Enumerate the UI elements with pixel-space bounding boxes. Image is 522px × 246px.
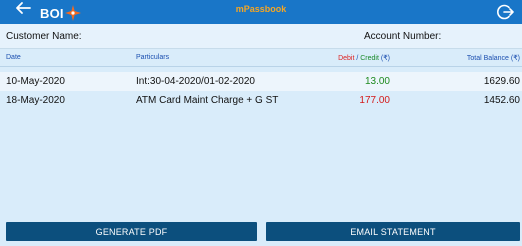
debit-header-label: Debit <box>338 55 355 62</box>
account-number-label: Account Number: <box>364 31 442 42</box>
transaction-amount: 13.00 <box>364 76 390 87</box>
page-title: mPassbook <box>235 4 287 14</box>
transaction-date: 18-May-2020 <box>6 95 65 106</box>
transaction-particulars: Int:30-04-2020/01-02-2020 <box>136 76 255 87</box>
debit-credit-unit: (₹) <box>378 55 390 62</box>
transaction-balance: 1452.60 <box>483 95 520 106</box>
app-header: BOI mPassbook <box>0 0 522 24</box>
transaction-row[interactable]: 10-May-2020 Int:30-04-2020/01-02-2020 13… <box>0 72 522 91</box>
logout-icon[interactable] <box>496 3 514 21</box>
header-divider <box>0 66 522 67</box>
transaction-particulars: ATM Card Maint Charge + G ST <box>136 95 279 106</box>
credit-header-label: Credit <box>360 55 379 62</box>
transaction-balance: 1629.60 <box>483 76 520 87</box>
column-header-date: Date <box>6 54 21 61</box>
transaction-row[interactable]: 18-May-2020 ATM Card Maint Charge + G ST… <box>0 91 522 110</box>
transaction-date: 10-May-2020 <box>6 76 65 87</box>
email-statement-button[interactable]: EMAIL STATEMENT <box>266 222 520 241</box>
customer-name-label: Customer Name: <box>6 31 82 42</box>
column-header-balance: Total Balance (₹) <box>466 55 520 62</box>
column-header-particulars: Particulars <box>136 54 170 61</box>
column-header-debit-credit: Debit / Credit (₹) <box>338 54 390 62</box>
generate-pdf-button[interactable]: GENERATE PDF <box>6 222 257 241</box>
transaction-amount: 177.00 <box>359 95 390 106</box>
customer-info-bar: Customer Name: Account Number: <box>0 24 522 49</box>
